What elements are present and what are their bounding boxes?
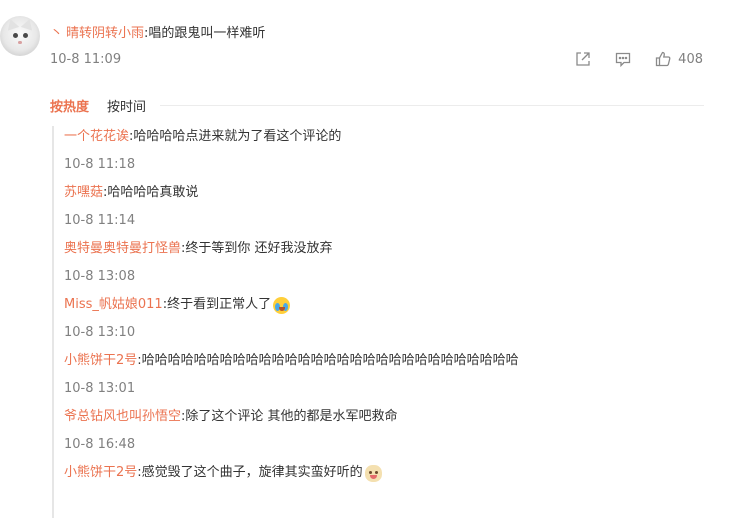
main-comment-username[interactable]: 晴转阴转小雨 [66,26,144,41]
reply-item: 爷总钻风也叫孙悟空:除了这个评论 其他的都是水军吧救命 10-8 16:48 [64,406,702,462]
reply-item: 一个花花诶:哈哈哈哈点进来就为了看这个评论的 10-8 11:18 [64,126,702,182]
main-comment-text: :唱的跟鬼叫一样难听 [144,26,266,41]
reply-time: 10-8 13:01 [64,381,136,396]
share-icon[interactable] [574,50,592,68]
reply-item: Miss_帆姑娘011:终于看到正常人了 10-8 13:10 [64,294,702,350]
reply-username[interactable]: 小熊饼干2号 [64,350,137,372]
emoji-eye-left [368,470,372,474]
reply-username[interactable]: Miss_帆姑娘011 [64,294,163,316]
comment-actions: 408 [574,50,703,68]
sort-divider [160,105,704,106]
laugh-cry-emoji [273,296,291,314]
reply-item: 苏嘿菇:哈哈哈哈真敢说 10-8 11:14 [64,182,702,238]
reply-time: 10-8 16:48 [64,437,136,452]
thumbs-up-icon [656,51,671,67]
reply-line: 奥特曼奥特曼打怪兽:终于等到你 还好我没放弃 [64,238,702,260]
avatar[interactable] [0,16,40,56]
main-comment: 丶晴转阴转小雨:唱的跟鬼叫一样难听 [50,22,265,41]
avatar-nose [18,41,22,44]
like-button[interactable]: 408 [654,50,703,68]
reply-username[interactable]: 苏嘿菇 [64,182,103,204]
reply-text: :哈哈哈哈哈哈哈哈哈哈哈哈哈哈哈哈哈哈哈哈哈哈哈哈哈哈哈哈哈 [137,353,519,368]
comment-bullet: 丶 [50,26,64,41]
reply-line: 一个花花诶:哈哈哈哈点进来就为了看这个评论的 [64,126,702,148]
reply-username[interactable]: 爷总钻风也叫孙悟空 [64,406,181,428]
avatar-eye-left [13,33,18,38]
avatar-eye-right [23,33,28,38]
reply-username[interactable]: 一个花花诶 [64,126,129,148]
reply-text: :终于等到你 还好我没放弃 [181,241,333,256]
reply-text: :除了这个评论 其他的都是水军吧救命 [181,409,398,424]
reply-username[interactable]: 奥特曼奥特曼打怪兽 [64,238,181,260]
avatar-ear-right [20,17,36,31]
cat-face-emoji [364,464,382,482]
sort-bar: 按热度 按时间 [50,96,704,115]
reply-time: 10-8 11:14 [64,213,136,228]
sort-by-hot-tab[interactable]: 按热度 [50,96,89,115]
reply-item: 小熊饼干2号:哈哈哈哈哈哈哈哈哈哈哈哈哈哈哈哈哈哈哈哈哈哈哈哈哈哈哈哈哈 10-… [64,350,702,406]
reply-text: :感觉毁了这个曲子，旋律其实蛮好听的 [137,465,363,480]
reply-time: 10-8 13:10 [64,325,136,340]
reply-item: 小熊饼干2号:感觉毁了这个曲子，旋律其实蛮好听的 [64,462,702,518]
sort-by-time-tab[interactable]: 按时间 [107,96,146,115]
reply-line: 小熊饼干2号:哈哈哈哈哈哈哈哈哈哈哈哈哈哈哈哈哈哈哈哈哈哈哈哈哈哈哈哈哈 [64,350,702,372]
reply-line: 苏嘿菇:哈哈哈哈真敢说 [64,182,702,204]
avatar-ear-left [4,17,20,31]
reply-text: :哈哈哈哈真敢说 [103,185,199,200]
comment-icon[interactable] [614,50,632,68]
reply-text: :终于看到正常人了 [162,297,272,312]
main-comment-time: 10-8 11:09 [50,52,122,67]
emoji-mouth [279,306,286,311]
like-count: 408 [678,51,703,67]
reply-line: 爷总钻风也叫孙悟空:除了这个评论 其他的都是水军吧救命 [64,406,702,428]
reply-list: 一个花花诶:哈哈哈哈点进来就为了看这个评论的 10-8 11:18 苏嘿菇:哈哈… [52,126,702,518]
reply-username[interactable]: 小熊饼干2号 [64,462,137,484]
reply-line: 小熊饼干2号:感觉毁了这个曲子，旋律其实蛮好听的 [64,462,702,484]
emoji-mouth [369,474,377,479]
reply-time: 10-8 13:08 [64,269,136,284]
reply-line: Miss_帆姑娘011:终于看到正常人了 [64,294,702,316]
reply-time: 10-8 11:18 [64,157,136,172]
emoji-eye-right [374,470,378,474]
reply-text: :哈哈哈哈点进来就为了看这个评论的 [129,129,342,144]
reply-item: 奥特曼奥特曼打怪兽:终于等到你 还好我没放弃 10-8 13:08 [64,238,702,294]
